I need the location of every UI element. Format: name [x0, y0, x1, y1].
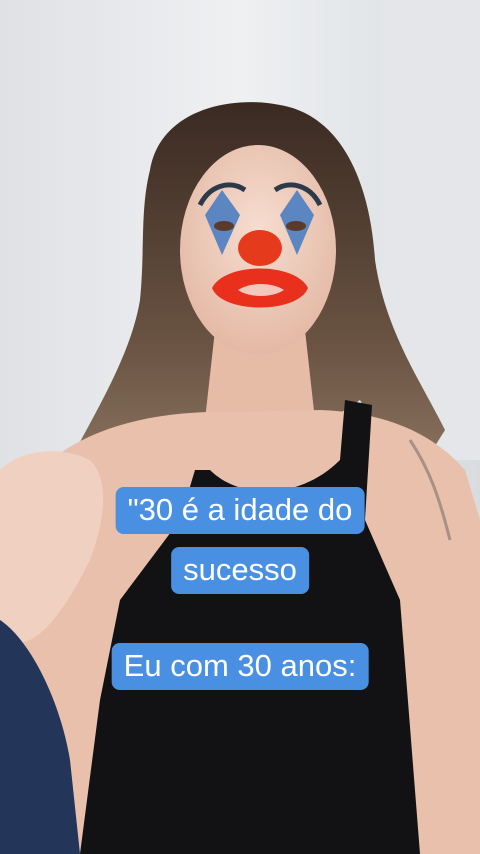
caption-line-2: sucesso	[171, 547, 309, 594]
clown-nose	[238, 230, 282, 266]
caption-line-1: "30 é a idade do	[115, 487, 365, 534]
caption-line-3: Eu com 30 anos:	[111, 643, 369, 690]
video-frame	[0, 0, 480, 854]
right-eye	[286, 221, 306, 231]
left-eye	[214, 221, 234, 231]
